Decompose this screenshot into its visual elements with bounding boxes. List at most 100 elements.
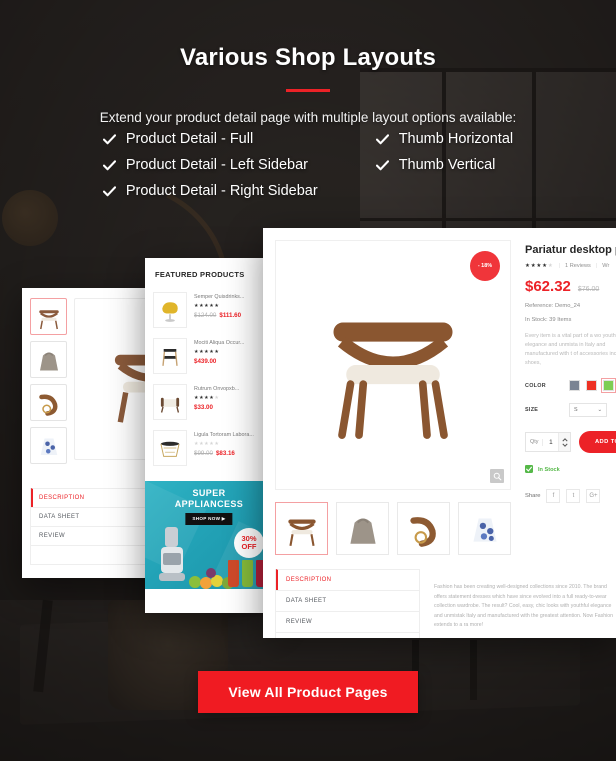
tab-data-sheet[interactable]: DATA SHEET <box>276 590 419 611</box>
color-label: COLOR <box>525 382 546 389</box>
write-review-link[interactable]: Wr <box>602 263 609 269</box>
product-info-panel: Pariatur desktop pub ★★★★★ | 1 Reviews |… <box>511 240 616 555</box>
juice-glasses <box>228 560 267 587</box>
color-option-row: COLOR <box>525 378 616 393</box>
product-price-row: $439.00 <box>194 358 265 365</box>
mockup-card-featured-products[interactable]: FEATURED PRODUCTS Semper Quisdrinks... ★… <box>145 258 273 613</box>
card-left-thumb-strip <box>30 298 67 464</box>
feature-column-right: Thumb Horizontal Thumb Vertical <box>375 131 513 199</box>
twitter-icon[interactable]: t <box>566 489 581 503</box>
tab-review[interactable]: REVIEW <box>276 611 419 632</box>
product-tab-body: Fashion has been creating well-designed … <box>420 569 616 638</box>
check-icon <box>102 133 116 146</box>
product-name: Mociti Aliqua Occur... <box>194 340 245 346</box>
product-detail-top: - 18% Pariatur desktop ★★★★★ | 1 Reviews… <box>263 228 616 555</box>
product-info: Ligula Tortoram Labora... ★★★★★ $99.00 $8… <box>194 430 265 466</box>
product-title: Pariatur desktop pub <box>525 244 616 256</box>
list-item[interactable]: Semper Quisdrinks... ★★★★★ $124.00 $111.6… <box>153 287 265 333</box>
feature-label: Product Detail - Right Sidebar <box>125 183 318 199</box>
product-name: Semper Quisdrinks... <box>194 294 245 300</box>
promo-banner[interactable]: SUPER APPLIANCESS SHOP NOW ▶ 30% OFF <box>145 481 273 589</box>
add-to-cart-button[interactable]: ADD TO <box>579 431 616 453</box>
product-rating: ★★★★★ <box>194 395 220 401</box>
share-label: Share <box>525 493 541 499</box>
product-old-price: $76.00 <box>577 286 600 293</box>
thumb-chair[interactable] <box>275 502 328 555</box>
banner-line-1: SUPER <box>192 488 226 498</box>
product-info: Rutrum Onvopxb... ★★★★★ $33.00 <box>194 384 265 420</box>
color-swatch-grey[interactable] <box>569 380 580 391</box>
product-old-price: $99.00 <box>194 450 213 457</box>
tab-description[interactable]: DESCRIPTION <box>276 569 419 590</box>
size-label: SIZE <box>525 407 539 413</box>
qty-label: Qty <box>530 439 539 445</box>
product-tabs-section: DESCRIPTION DATA SHEET REVIEW Fashion ha… <box>275 569 616 638</box>
product-gallery: - 18% <box>275 240 511 555</box>
view-all-product-pages-button[interactable]: View All Product Pages <box>198 671 418 713</box>
product-rating: ★★★★★ <box>194 349 220 355</box>
facebook-icon[interactable]: f <box>546 489 561 503</box>
feature-item: Product Detail - Left Sidebar <box>102 157 318 173</box>
status-badge: In Stock <box>525 465 616 475</box>
thumb-dress[interactable] <box>458 502 511 555</box>
chevron-down-icon <box>562 443 568 447</box>
add-to-cart-row: Qty 1 ADD TO <box>525 431 616 453</box>
review-count[interactable]: 1 Reviews <box>565 263 591 269</box>
product-price: $111.60 <box>219 312 242 319</box>
title-underline <box>286 89 330 92</box>
discount-off-label: OFF <box>241 542 257 551</box>
product-price-row: $99.00 $83.16 <box>194 450 265 457</box>
color-swatch-green[interactable] <box>601 378 616 393</box>
size-select[interactable]: S ⌄ <box>569 403 607 417</box>
product-reference: Reference: Demo_24 <box>525 303 581 309</box>
product-thumbnail <box>153 292 187 328</box>
feature-item: Product Detail - Right Sidebar <box>102 183 318 199</box>
thumb-bag[interactable] <box>336 502 389 555</box>
size-value: S <box>574 407 578 413</box>
feature-label: Product Detail - Full <box>125 131 254 147</box>
page-title: Various Shop Layouts <box>179 44 437 71</box>
list-item[interactable]: Ligula Tortoram Labora... ★★★★★ $99.00 $8… <box>153 425 265 471</box>
product-thumbnail <box>153 430 187 466</box>
hero-section: Various Shop Layouts Extend your product… <box>0 0 616 125</box>
product-price-row: $124.00 $111.60 <box>194 312 265 319</box>
product-rating: ★★★★★ <box>194 303 220 309</box>
feature-list: Product Detail - Full Product Detail - L… <box>0 131 616 199</box>
magnifier-icon[interactable] <box>490 469 504 483</box>
chevron-up-icon <box>562 437 568 441</box>
thumb-chair[interactable] <box>30 298 67 335</box>
thumb-bag[interactable] <box>30 341 67 378</box>
product-rating: ★★★★★ <box>525 263 554 269</box>
size-option-row: SIZE S ⌄ <box>525 403 616 417</box>
product-name: Rutrum Onvopxb... <box>194 386 240 392</box>
cta-section: View All Product Pages <box>0 671 616 713</box>
feature-label: Thumb Vertical <box>398 157 496 173</box>
feature-column-left: Product Detail - Full Product Detail - L… <box>102 131 318 199</box>
check-icon <box>375 159 389 172</box>
thumb-dress[interactable] <box>30 427 67 464</box>
product-price: $33.00 <box>194 404 213 411</box>
quantity-stepper[interactable]: Qty 1 <box>525 432 572 452</box>
qty-value[interactable]: 1 <box>542 438 558 446</box>
mockup-card-product-detail[interactable]: - 18% Pariatur desktop ★★★★★ | 1 Reviews… <box>263 228 616 638</box>
qty-arrows[interactable] <box>558 433 571 451</box>
google-plus-icon[interactable]: G+ <box>586 489 601 503</box>
stock-status-label: In Stock <box>538 467 560 473</box>
thumb-belt[interactable] <box>397 502 450 555</box>
check-icon <box>102 159 116 172</box>
product-main-image[interactable]: - 18% <box>275 240 511 490</box>
price-row: $62.32 $76.00 <box>525 278 616 295</box>
check-icon <box>525 465 533 475</box>
color-swatches <box>569 378 616 393</box>
shop-now-button[interactable]: SHOP NOW ▶ <box>185 513 233 525</box>
thumb-belt[interactable] <box>30 384 67 421</box>
list-item[interactable]: Rutrum Onvopxb... ★★★★★ $33.00 <box>153 379 265 425</box>
product-short-description: Every item is a vital part of a wo youth… <box>525 333 616 366</box>
product-old-price: $124.00 <box>194 312 217 319</box>
product-thumbnail <box>153 384 187 420</box>
list-item[interactable]: Mociti Aliqua Occur... ★★★★★ $439.00 <box>153 333 265 379</box>
feature-item: Thumb Horizontal <box>375 131 513 147</box>
shop-now-label: SHOP NOW <box>192 516 221 521</box>
color-swatch-red[interactable] <box>586 380 597 391</box>
tab-spacer <box>276 632 419 638</box>
